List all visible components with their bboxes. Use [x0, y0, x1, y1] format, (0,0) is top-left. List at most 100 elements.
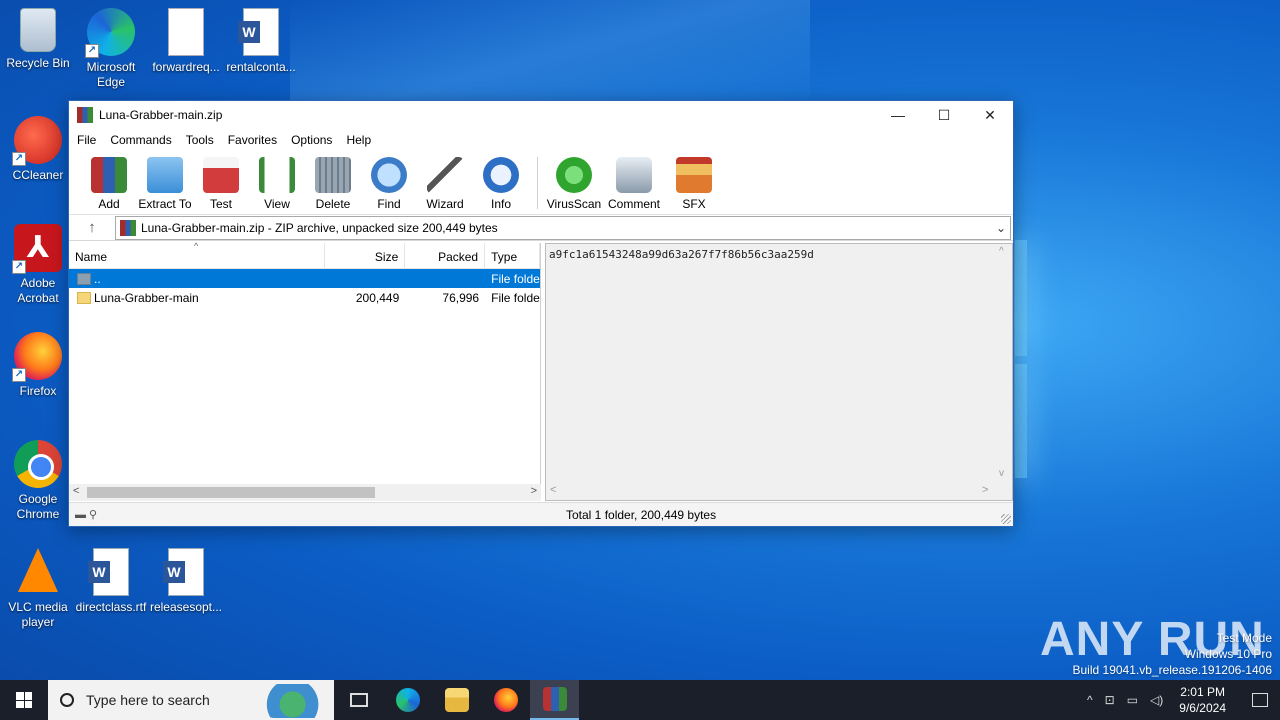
- close-button[interactable]: ✕: [967, 101, 1013, 129]
- clock[interactable]: 2:01 PM 9/6/2024: [1179, 684, 1226, 716]
- desktop-icon-label: forwardreq...: [152, 60, 220, 74]
- taskbar: Type here to search ^ ⊡ ▭ ◁) 2:01 PM 9/6…: [0, 680, 1280, 720]
- resize-grip[interactable]: [1001, 514, 1011, 524]
- scroll-down-icon[interactable]: v: [999, 468, 1004, 479]
- sfx-button[interactable]: SFX: [666, 157, 722, 211]
- volume-icon[interactable]: ◁): [1150, 693, 1163, 707]
- minimize-button[interactable]: —: [875, 101, 921, 129]
- status-bar: ▬ ⚲ Total 1 folder, 200,449 bytes: [69, 502, 1013, 526]
- virus-scan-icon: [556, 157, 592, 193]
- delete-button[interactable]: Delete: [305, 157, 361, 211]
- chrome-icon: [14, 440, 62, 488]
- scroll-right-icon[interactable]: >: [982, 484, 988, 496]
- desktop-icon-label: Google Chrome: [16, 492, 60, 521]
- taskbar-firefox[interactable]: [481, 680, 530, 720]
- magic-wand-icon: [427, 157, 463, 193]
- vertical-scrollbar[interactable]: ^ v: [995, 244, 1012, 484]
- column-header-type[interactable]: Type: [485, 242, 541, 269]
- scroll-left-icon[interactable]: <: [73, 485, 79, 497]
- taskbar-edge[interactable]: [383, 680, 432, 720]
- up-arrow-icon[interactable]: ↑: [69, 219, 115, 236]
- notification-icon: [1252, 693, 1268, 707]
- scroll-left-icon[interactable]: <: [550, 484, 556, 496]
- horizontal-scrollbar[interactable]: < >: [69, 484, 541, 501]
- light-beam: [290, 0, 810, 110]
- desktop-icon-releasesopt[interactable]: W releasesopt...: [148, 548, 224, 615]
- windows-logo-wallpaper: [1015, 240, 1280, 480]
- menu-file[interactable]: File: [77, 133, 96, 147]
- taskbar-file-explorer[interactable]: [432, 680, 481, 720]
- desktop-icon-directclass[interactable]: W directclass.rtf: [73, 548, 149, 615]
- magnifier-icon: [371, 157, 407, 193]
- notification-button[interactable]: [1240, 680, 1280, 720]
- desktop-icon-ccleaner[interactable]: ↗ CCleaner: [0, 116, 76, 183]
- folder-icon: [77, 291, 91, 304]
- desktop-icon-acrobat[interactable]: ⅄ ↗ Adobe Acrobat: [0, 224, 76, 306]
- add-button[interactable]: Add: [81, 157, 137, 211]
- desktop-icon-recycle-bin[interactable]: Recycle Bin: [0, 8, 76, 71]
- column-header-packed[interactable]: Packed: [405, 242, 486, 269]
- search-box[interactable]: Type here to search: [48, 680, 334, 720]
- menu-commands[interactable]: Commands: [110, 133, 171, 147]
- extract-to-button[interactable]: Extract To: [137, 157, 193, 211]
- vlc-icon: [18, 548, 58, 592]
- view-button[interactable]: View: [249, 157, 305, 211]
- desktop-icon-edge[interactable]: ↗ Microsoft Edge: [73, 8, 149, 90]
- chevron-down-icon[interactable]: ⌄: [992, 221, 1010, 235]
- desktop-icon-vlc[interactable]: VLC media player: [0, 548, 76, 630]
- search-highlight-icon: [262, 684, 330, 718]
- virusscan-button[interactable]: VirusScan: [546, 157, 602, 211]
- address-combobox[interactable]: Luna-Grabber-main.zip - ZIP archive, unp…: [115, 215, 1011, 240]
- wizard-button[interactable]: Wizard: [417, 157, 473, 211]
- maximize-button[interactable]: ☐: [921, 101, 967, 129]
- system-tray: ^ ⊡ ▭ ◁) 2:01 PM 9/6/2024: [1081, 680, 1280, 720]
- drive-icon[interactable]: ▬ ⚲: [69, 508, 109, 521]
- file-list[interactable]: ^ Name Size Packed Type .. File folder L…: [69, 241, 541, 501]
- chevron-up-icon[interactable]: ^: [1087, 693, 1093, 707]
- desktop-icon-label: rentalconta...: [226, 60, 296, 74]
- task-view-button[interactable]: [334, 680, 383, 720]
- desktop-icon-forwardreq[interactable]: forwardreq...: [148, 8, 224, 75]
- desktop-icon-label: directclass.rtf: [75, 600, 147, 614]
- find-button[interactable]: Find: [361, 157, 417, 211]
- info-icon: [483, 157, 519, 193]
- search-placeholder: Type here to search: [86, 692, 210, 708]
- word-doc-icon: W: [88, 548, 129, 596]
- desktop-icon-chrome[interactable]: Google Chrome: [0, 440, 76, 522]
- archive-comment: a9fc1a61543248a99d63a267f7f86b56c3aa259d: [549, 248, 814, 261]
- column-header-size[interactable]: Size: [325, 242, 406, 269]
- meet-now-icon[interactable]: ⊡: [1105, 693, 1115, 707]
- firefox-icon: ↗: [12, 332, 62, 382]
- comment-pane[interactable]: a9fc1a61543248a99d63a267f7f86b56c3aa259d…: [545, 243, 1013, 501]
- menu-options[interactable]: Options: [291, 133, 332, 147]
- comment-horizontal-scrollbar[interactable]: < >: [546, 483, 997, 500]
- image-file-icon: [168, 8, 204, 56]
- firefox-icon: [493, 688, 518, 712]
- scroll-up-icon[interactable]: ^: [999, 246, 1004, 257]
- trash-icon: [315, 157, 351, 193]
- test-button[interactable]: Test: [193, 157, 249, 211]
- menu-bar: File Commands Tools Favorites Options He…: [69, 129, 1013, 151]
- desktop-icon-firefox[interactable]: ↗ Firefox: [0, 332, 76, 399]
- desktop-icon-label: Recycle Bin: [6, 56, 70, 70]
- title-bar[interactable]: Luna-Grabber-main.zip — ☐ ✕: [69, 101, 1013, 129]
- menu-help[interactable]: Help: [346, 133, 371, 147]
- network-icon[interactable]: ▭: [1127, 693, 1138, 707]
- scroll-right-icon[interactable]: >: [531, 485, 537, 497]
- comment-button[interactable]: Comment: [602, 157, 666, 211]
- start-button[interactable]: [0, 680, 48, 720]
- toolbar: Add Extract To Test View Delete Find Wiz…: [69, 151, 1013, 215]
- recycle-bin-icon: [20, 8, 56, 52]
- desktop-icon-label: VLC media player: [8, 600, 68, 629]
- menu-tools[interactable]: Tools: [186, 133, 214, 147]
- desktop-icon-rentalconta[interactable]: W rentalconta...: [223, 8, 299, 75]
- winrar-app-icon: [77, 107, 93, 123]
- scrollbar-thumb[interactable]: [87, 487, 375, 498]
- desktop-icon-label: Adobe Acrobat: [17, 276, 59, 305]
- desktop-icon-label: Microsoft Edge: [86, 60, 136, 89]
- table-row[interactable]: Luna-Grabber-main 200,449 76,996 File fo…: [69, 288, 540, 307]
- taskbar-winrar[interactable]: [530, 680, 579, 720]
- menu-favorites[interactable]: Favorites: [228, 133, 277, 147]
- table-row[interactable]: .. File folder: [69, 269, 540, 288]
- info-button[interactable]: Info: [473, 157, 529, 211]
